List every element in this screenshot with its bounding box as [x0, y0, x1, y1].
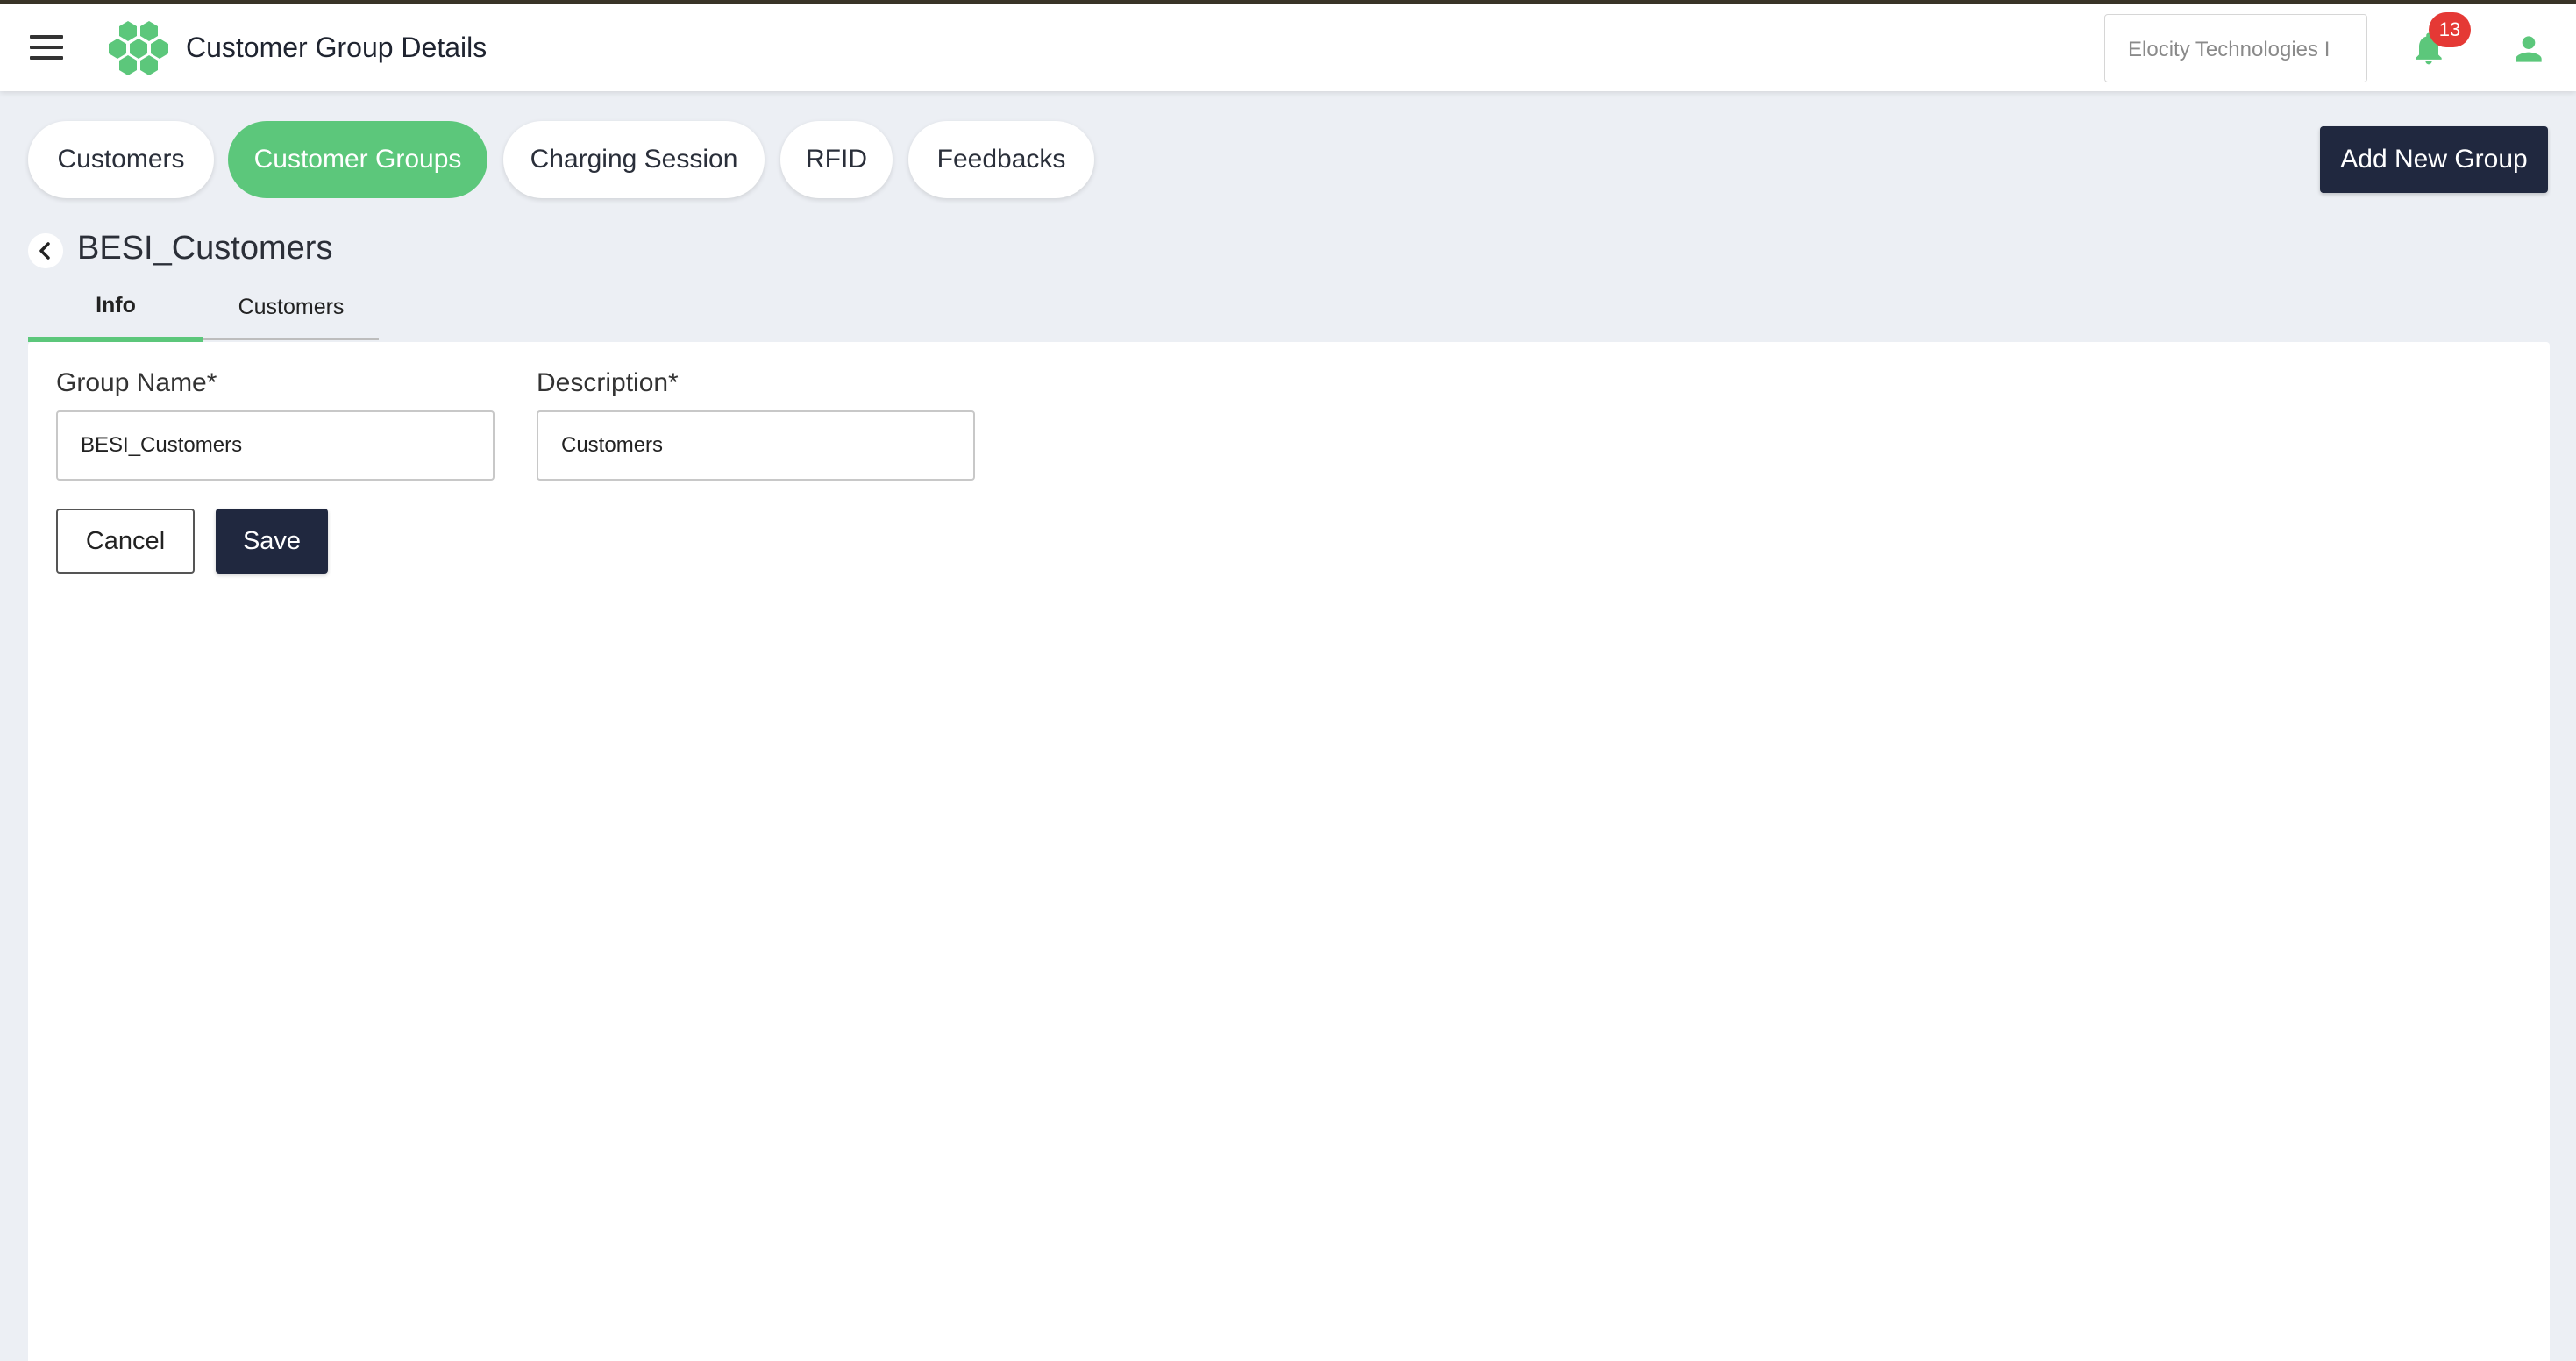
hamburger-menu-icon[interactable]: [30, 35, 65, 61]
tab-charging-session[interactable]: Charging Session: [503, 121, 765, 198]
group-name-input[interactable]: [56, 410, 495, 481]
page-title: Customer Group Details: [186, 32, 487, 63]
tab-customer-groups[interactable]: Customer Groups: [228, 121, 487, 198]
save-button[interactable]: Save: [216, 509, 328, 574]
tab-customers[interactable]: Customers: [28, 121, 214, 198]
notification-badge: 13: [2429, 12, 2471, 47]
chevron-left-icon[interactable]: [28, 233, 63, 268]
hexagon-cluster-logo: [109, 21, 168, 75]
app-bar: Customer Group Details Elocity Technolog…: [0, 4, 2576, 91]
info-panel: Group Name* Description*: [28, 342, 2550, 1361]
tab-feedbacks[interactable]: Feedbacks: [908, 121, 1094, 198]
description-label: Description*: [537, 368, 679, 397]
cancel-button[interactable]: Cancel: [56, 509, 195, 574]
group-name-label: Group Name*: [56, 368, 217, 397]
description-input[interactable]: [537, 410, 975, 481]
subtab-info[interactable]: Info: [28, 279, 203, 342]
group-heading: BESI_Customers: [77, 230, 333, 267]
add-new-group-button[interactable]: Add New Group: [2320, 126, 2548, 193]
organization-selector[interactable]: Elocity Technologies I: [2104, 14, 2367, 82]
user-icon[interactable]: [2509, 30, 2548, 68]
subtab-customers[interactable]: Customers: [203, 279, 379, 342]
tab-rfid[interactable]: RFID: [780, 121, 893, 198]
